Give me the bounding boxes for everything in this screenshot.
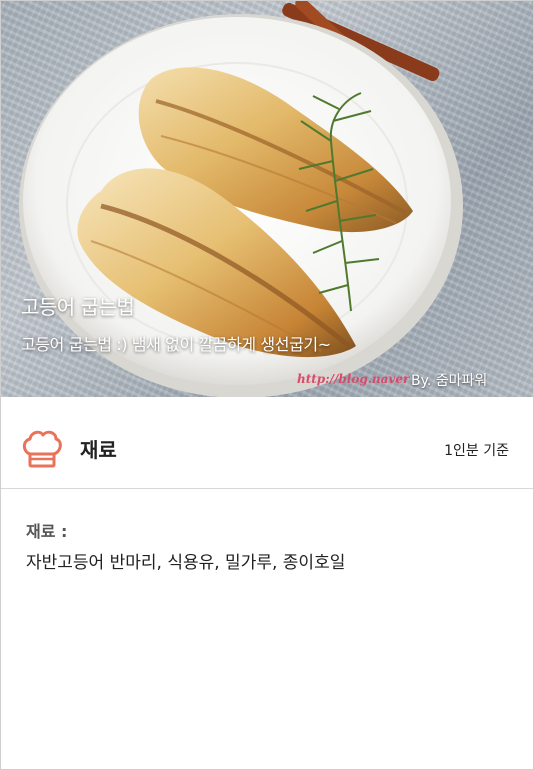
ingredients-title: 재료 bbox=[80, 438, 117, 462]
recipe-title: 고등어 굽는법 bbox=[21, 295, 135, 319]
ingredients-header: 재료 1인분 기준 bbox=[1, 398, 533, 489]
ingredients-list: 자반고등어 반마리, 식용유, 밀가루, 종이호일 bbox=[26, 553, 346, 573]
serving-size: 1인분 기준 bbox=[444, 443, 509, 459]
ingredients-label: 재료 : bbox=[26, 522, 68, 541]
recipe-subtitle: 고등어 굽는법 :) 냄새 없이 깔끔하게 생선굽기~ bbox=[21, 335, 331, 354]
photo-credit: By. 줌마파워 bbox=[411, 373, 488, 389]
blog-watermark: http://blog.naver bbox=[297, 372, 410, 386]
chef-hat-icon bbox=[19, 426, 63, 474]
recipe-hero-image: 고등어 굽는법 고등어 굽는법 :) 냄새 없이 깔끔하게 생선굽기~ http… bbox=[1, 1, 533, 397]
